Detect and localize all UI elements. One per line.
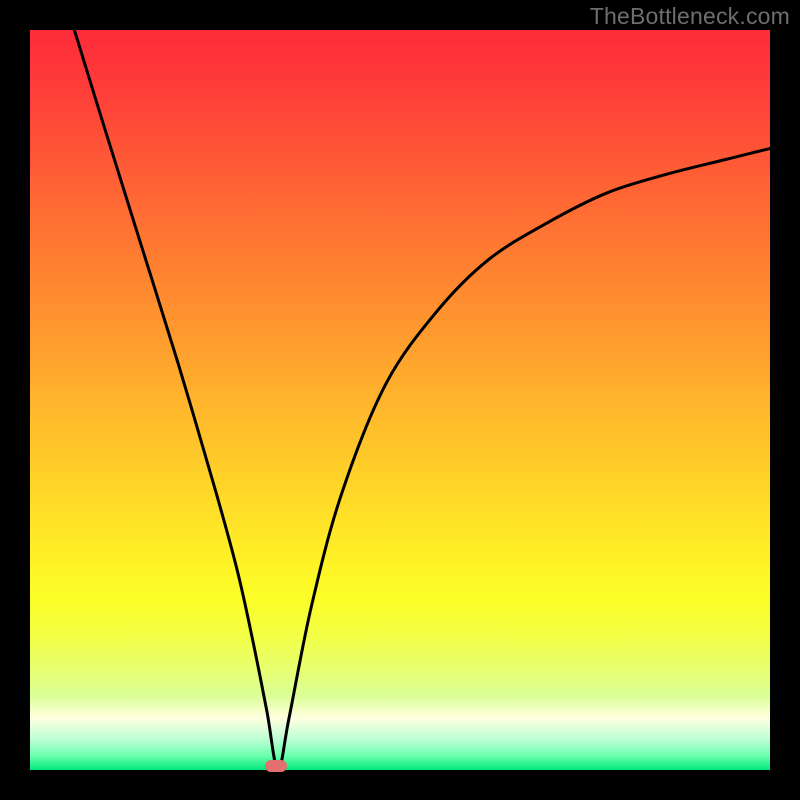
attribution-text: TheBottleneck.com	[590, 3, 790, 30]
plot-area	[30, 30, 770, 770]
curve-layer	[30, 30, 770, 770]
bottleneck-curve	[74, 30, 770, 770]
optimal-marker	[265, 760, 287, 772]
